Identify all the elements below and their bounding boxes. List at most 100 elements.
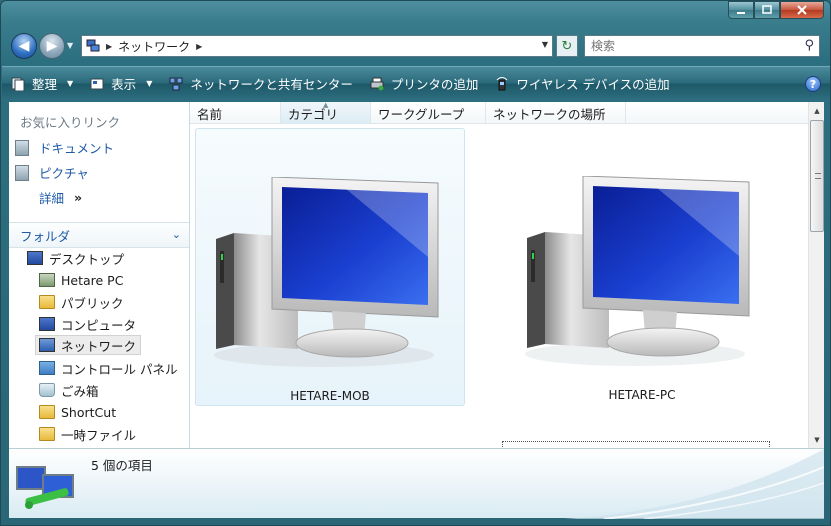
network-center-label: ネットワークと共有センター [190,77,353,92]
close-button[interactable] [780,1,824,19]
forward-button[interactable]: ▶ [39,33,65,59]
favorite-links-title: お気に入りリンク [20,115,121,130]
tree-item-label: パブリック [61,295,124,311]
chevron-down-icon: ▼ [146,79,153,88]
column-header-name[interactable]: 名前 [190,102,281,124]
favorite-link-documents[interactable]: ドキュメント [15,138,114,157]
sort-ascending-icon: ▲ [323,101,329,109]
folders-header[interactable]: フォルダ ⌄ [9,222,189,248]
add-printer-button[interactable]: プリンタの追加 [369,74,479,93]
search-icon[interactable]: ⚲ [804,38,814,53]
back-button[interactable]: ◀ [11,33,37,59]
documents-icon [15,139,29,156]
folder-icon [39,405,55,419]
user-folder-icon [39,273,55,287]
maximize-button[interactable] [754,1,780,19]
folders-title: フォルダ [20,228,71,244]
refresh-icon: ↻ [561,38,573,54]
organize-label: 整理 [32,77,58,92]
organize-menu[interactable]: 整理 ▼ [10,74,73,93]
navigation-pane: お気に入りリンク ドキュメント ピクチャ 詳細 » フォルダ ⌄ デスクトップ … [9,102,190,448]
breadcrumb-separator-icon: ▶ [106,41,113,51]
view-icon [89,76,105,92]
computer-icon [39,317,55,331]
add-printer-label: プリンタの追加 [390,77,479,92]
tree-item-label: Hetare PC [61,272,124,288]
more-label: 詳細 [39,191,65,206]
item-name: HETARE-MOB [290,389,370,403]
column-header-workgroup[interactable]: ワークグループ [371,102,486,124]
column-header-category[interactable]: ▲ カテゴリ [281,101,371,124]
column-header-label: カテゴリ [288,106,339,122]
add-wireless-device-button[interactable]: ワイヤレス デバイスの追加 [494,74,670,93]
tree-item-label: コンピュータ [61,317,137,333]
details-swoosh-decoration [564,449,824,519]
desktop-icon [27,251,43,265]
network-sharing-center-button[interactable]: ネットワークと共有センター [168,74,353,93]
refresh-button[interactable]: ↻ [556,35,578,57]
tree-item-recycle-bin[interactable]: ごみ箱 [39,380,99,400]
breadcrumb-separator-icon[interactable]: ▶ [196,42,202,51]
tree-item-computer[interactable]: コンピュータ [39,314,136,334]
arrow-left-icon: ◀ [18,38,30,54]
minimize-icon [737,12,745,14]
scroll-down-button[interactable]: ▼ [809,431,825,448]
tree-item-label: デスクトップ [49,251,125,267]
printer-icon [369,76,385,92]
column-header-network-location[interactable]: ネットワークの場所 [486,102,626,124]
file-list: 名前 ▲ カテゴリ ワークグループ ネットワークの場所 HETARE-MOB H… [190,101,808,449]
arrow-right-icon: ▶ [46,38,58,54]
recent-pages-dropdown[interactable]: ▼ [67,41,73,50]
tree-item-temp-files[interactable]: 一時ファイル [39,424,136,444]
tree-item-desktop[interactable]: デスクトップ [27,248,124,268]
help-icon: ? [809,77,817,91]
double-chevron-icon: » [74,190,83,205]
network-computer-tile[interactable]: HETARE-PC [507,128,777,406]
scroll-up-button[interactable]: ▲ [809,102,825,119]
tree-item-public[interactable]: パブリック [39,292,124,312]
view-menu[interactable]: 表示 ▼ [89,74,152,93]
tree-item-hetare-pc[interactable]: Hetare PC [39,270,123,290]
tree-item-label: 一時ファイル [61,427,137,443]
grip-icon [815,173,821,179]
chevron-down-icon: ▼ [67,79,74,88]
favorite-link-pictures[interactable]: ピクチャ [15,163,89,182]
breadcrumb-network[interactable]: ネットワーク [118,38,190,55]
chevron-down-icon: ⌄ [171,228,181,241]
maximize-icon [762,5,772,14]
favorite-link-label: ドキュメント [39,141,115,156]
tree-item-label: ごみ箱 [61,383,99,399]
vertical-scrollbar[interactable]: ▲ ▼ [808,102,824,448]
computer-icon [214,177,439,367]
search-input[interactable] [585,36,785,56]
address-dropdown-icon[interactable]: ▼ [542,40,548,49]
column-header-label: 名前 [197,106,223,122]
wireless-device-icon [494,76,510,92]
column-header-label: ネットワークの場所 [493,106,606,122]
help-button[interactable]: ? [805,76,821,92]
favorite-link-label: ピクチャ [39,166,89,181]
network-icon [16,466,74,509]
network-icon [39,338,55,352]
caption-buttons [728,1,824,19]
add-wireless-label: ワイヤレス デバイスの追加 [516,77,670,92]
item-name: HETARE-PC [608,388,676,402]
network-computer-tile[interactable]: HETARE-MOB [195,128,465,406]
tree-item-control-panel[interactable]: コントロール パネル [39,358,177,378]
command-bar: 整理 ▼ 表示 ▼ ネットワークと共有センター プリンタの追加 ワイヤレス デバ… [2,66,830,100]
favorite-links-more[interactable]: 詳細 » [39,188,82,207]
tree-item-label: コントロール パネル [61,361,178,377]
minimize-button[interactable] [728,1,754,19]
tree-item-network[interactable]: ネットワーク [35,335,142,355]
search-box[interactable]: ⚲ [584,35,820,57]
tree-item-shortcut[interactable]: ShortCut [39,402,116,422]
computer-icon [525,176,750,366]
tree-item-label: ShortCut [61,404,117,420]
pictures-icon [15,164,29,181]
scrollbar-thumb[interactable] [810,120,824,232]
control-panel-icon [39,361,55,375]
address-bar[interactable]: ▶ ネットワーク ▶ ▼ [81,35,553,57]
scroll-up-icon: ▲ [814,106,820,115]
scroll-down-icon: ▼ [814,435,820,444]
folder-icon [39,427,55,441]
